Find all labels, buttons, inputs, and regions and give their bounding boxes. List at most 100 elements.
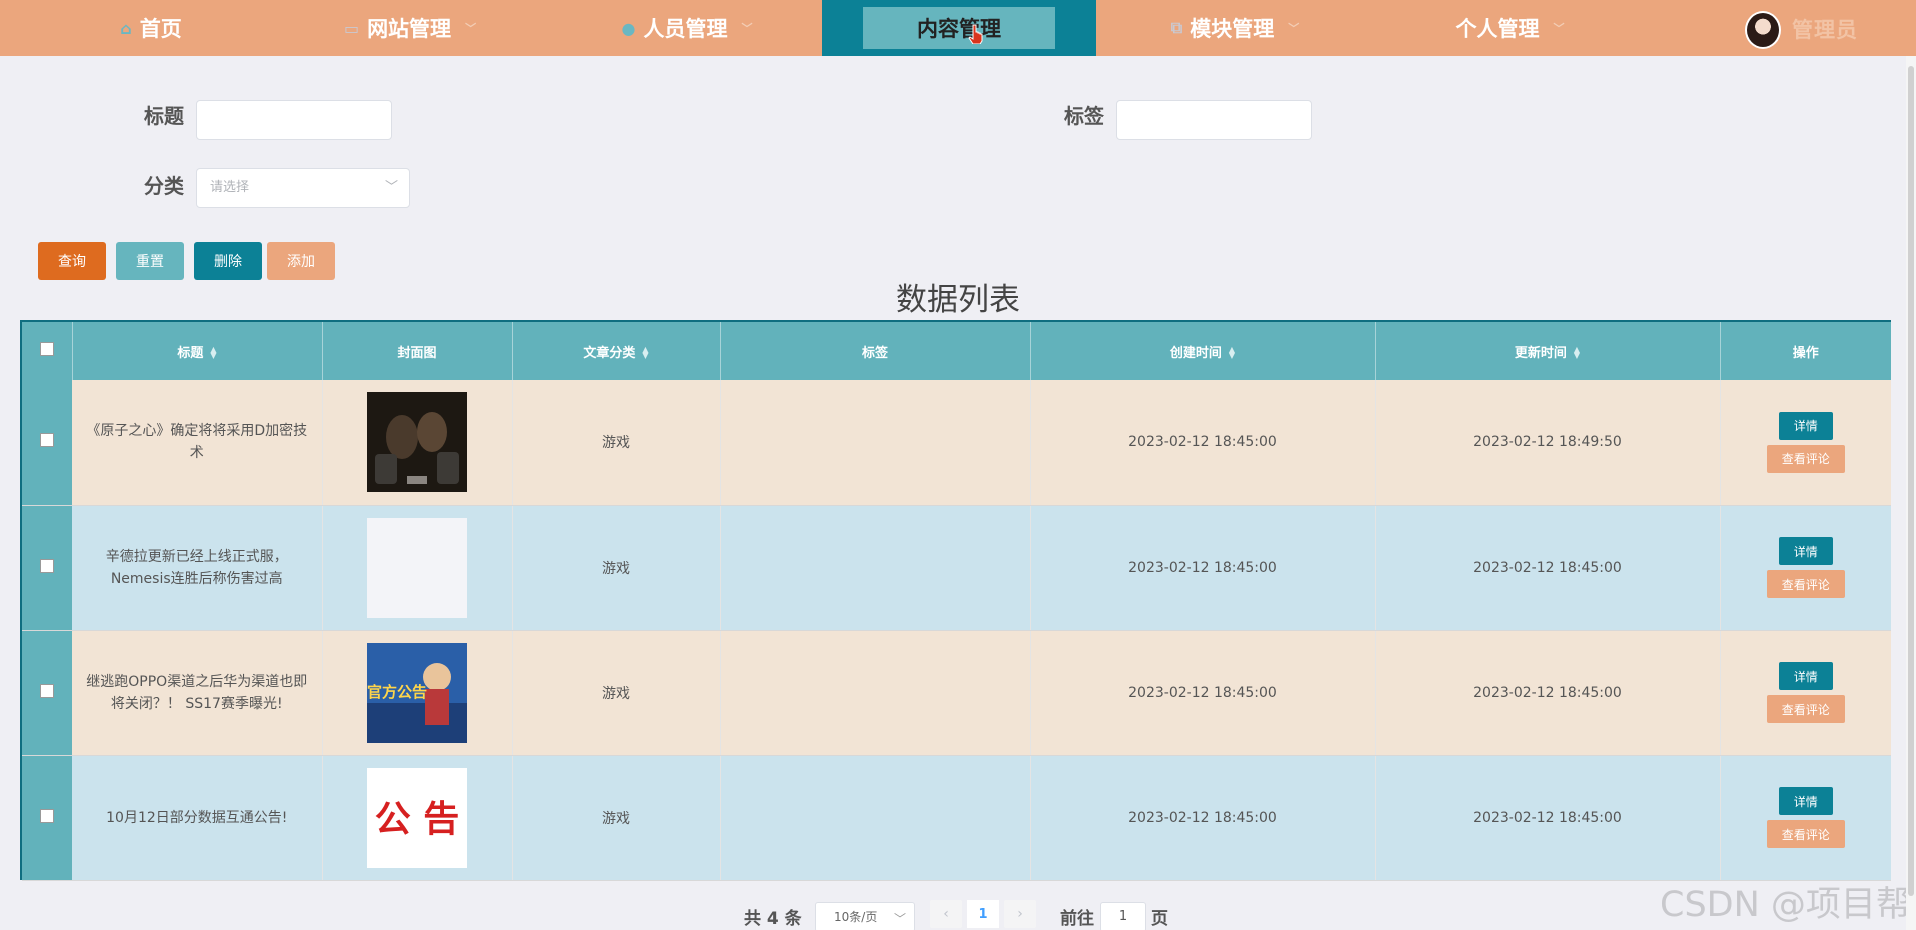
- row-checkbox[interactable]: [40, 433, 54, 448]
- avatar[interactable]: [1745, 11, 1781, 49]
- blank-image: [367, 517, 467, 618]
- col-created-label: 创建时间: [1169, 345, 1222, 361]
- chevron-down-icon: ﹀: [741, 22, 753, 35]
- nav-site-label: 网站管理: [367, 17, 452, 41]
- row-actions: 详情 查看评论: [1720, 630, 1891, 756]
- view-comments-button[interactable]: 查看评论: [1766, 820, 1845, 848]
- dark-robots-image: [367, 392, 467, 493]
- tag-input[interactable]: [1116, 100, 1312, 140]
- nav-module-management[interactable]: ⧉ 模块管理 ﹀: [1160, 0, 1310, 56]
- home-icon: ⌂: [120, 18, 132, 38]
- row-checkbox[interactable]: [40, 558, 54, 573]
- sort-icon[interactable]: ▲ ▼: [642, 346, 648, 360]
- row-category: 游戏: [512, 505, 721, 631]
- chevron-down-icon: ﹀: [1288, 22, 1300, 35]
- col-actions-label: 操作: [1792, 345, 1819, 361]
- notice-text-image: 公 告: [367, 767, 467, 868]
- title-label: 标题: [144, 104, 184, 128]
- row-cover-cell: 官方公告: [322, 630, 513, 756]
- chevron-down-icon: ﹀: [893, 912, 906, 926]
- row-checkbox[interactable]: [40, 808, 54, 823]
- table-row: 10月12日部分数据互通公告! 公 告 游戏 2023-02-12 18:45:…: [22, 755, 1891, 881]
- row-updated: 2023-02-12 18:45:00: [1375, 505, 1721, 631]
- table-header-row: 标题 ▲ ▼ 封面图 文章分类 ▲ ▼ 标签 创建时间 ▲ ▼ 更新时间 ▲ ▼ 操作: [22, 322, 1891, 380]
- row-updated: 2023-02-12 18:45:00: [1375, 630, 1721, 756]
- view-comments-button[interactable]: 查看评论: [1766, 444, 1845, 473]
- row-created: 2023-02-12 18:45:00: [1030, 505, 1376, 631]
- row-title: 继逃跑OPPO渠道之后华为渠道也即将关闭？！ SS17赛季曝光!: [72, 630, 323, 756]
- row-created: 2023-02-12 18:45:00: [1030, 755, 1376, 881]
- nav-personal-label: 个人管理: [1455, 17, 1540, 41]
- col-cover: 封面图: [322, 322, 513, 380]
- goto-suffix: 页: [1151, 909, 1168, 929]
- table-row: 继逃跑OPPO渠道之后华为渠道也即将关闭？！ SS17赛季曝光! 官方公告 游戏…: [22, 630, 1891, 756]
- row-title: 10月12日部分数据互通公告!: [72, 755, 323, 881]
- prev-page-button[interactable]: ‹: [930, 900, 962, 928]
- row-checkbox[interactable]: [40, 683, 54, 698]
- nav-site-management[interactable]: ▭ 网站管理 ﹀: [335, 0, 485, 56]
- title-input[interactable]: [196, 100, 392, 140]
- top-nav: ⌂ 首页 ▭ 网站管理 ﹀ ● 人员管理 ﹀ 内容管理 ⧉ 模块管理 ﹀ 个人管…: [0, 0, 1916, 56]
- col-title[interactable]: 标题 ▲ ▼: [72, 322, 323, 380]
- nav-module-label: 模块管理: [1190, 17, 1275, 41]
- page-size-value: 10条/页: [834, 910, 878, 924]
- row-cover-cell: [322, 380, 513, 506]
- page-size-select[interactable]: 10条/页 ﹀: [815, 902, 915, 930]
- watermark: CSDN @项目帮: [1660, 885, 1911, 925]
- table-row: 《原子之心》确定将将采用D加密技术 游戏 2023-02-12 18:45:00…: [22, 380, 1891, 506]
- row-actions: 详情 查看评论: [1720, 755, 1891, 881]
- tag-label: 标签: [1064, 104, 1104, 128]
- poster-text: 官方公告: [367, 683, 427, 701]
- detail-button[interactable]: 详情: [1778, 537, 1833, 565]
- category-select[interactable]: 请选择 ﹀: [196, 168, 410, 208]
- detail-button[interactable]: 详情: [1778, 787, 1833, 815]
- vertical-scrollbar[interactable]: [1906, 56, 1916, 930]
- row-tag: [720, 505, 1031, 631]
- chevron-down-icon: ﹀: [465, 22, 477, 35]
- sort-icon[interactable]: ▲ ▼: [1574, 346, 1580, 360]
- sort-icon[interactable]: ▲ ▼: [1229, 346, 1235, 360]
- category-placeholder: 请选择: [210, 180, 250, 195]
- monitor-icon: ▭: [343, 18, 360, 38]
- row-category: 游戏: [512, 380, 721, 506]
- nav-content-management[interactable]: 内容管理: [822, 0, 1096, 56]
- chevron-down-icon: ﹀: [384, 180, 398, 195]
- username[interactable]: 管理员: [1792, 14, 1858, 44]
- col-updated[interactable]: 更新时间 ▲ ▼: [1375, 322, 1721, 380]
- col-tag: 标签: [720, 322, 1031, 380]
- view-comments-button[interactable]: 查看评论: [1766, 570, 1845, 598]
- user-icon: ●: [621, 18, 636, 38]
- goto-page-input[interactable]: 1: [1100, 902, 1146, 930]
- row-title: 《原子之心》确定将将采用D加密技术: [72, 380, 323, 506]
- row-tag: [720, 380, 1031, 506]
- page-number-current[interactable]: 1: [967, 900, 999, 928]
- hand-cursor-icon: [968, 24, 983, 44]
- row-cover-cell: 公 告: [322, 755, 513, 881]
- col-created[interactable]: 创建时间 ▲ ▼: [1030, 322, 1376, 380]
- row-created: 2023-02-12 18:45:00: [1030, 630, 1376, 756]
- pagination-total: 共 4 条: [744, 909, 802, 929]
- layers-icon: ⧉: [1170, 18, 1183, 37]
- select-all-checkbox[interactable]: [39, 342, 54, 356]
- row-tag: [720, 630, 1031, 756]
- row-select-cell: [22, 505, 72, 631]
- view-comments-button[interactable]: 查看评论: [1766, 695, 1845, 723]
- col-category[interactable]: 文章分类 ▲ ▼: [512, 322, 721, 380]
- detail-button[interactable]: 详情: [1778, 662, 1833, 690]
- col-tag-label: 标签: [861, 345, 888, 361]
- detail-button[interactable]: 详情: [1778, 411, 1833, 440]
- row-category: 游戏: [512, 630, 721, 756]
- nav-personal-management[interactable]: 个人管理 ﹀: [1440, 0, 1580, 56]
- sort-icon[interactable]: ▲ ▼: [210, 346, 216, 360]
- nav-staff-label: 人员管理: [643, 17, 728, 41]
- next-page-button[interactable]: ›: [1004, 900, 1036, 928]
- scrollbar-thumb[interactable]: [1908, 66, 1914, 896]
- nav-home[interactable]: ⌂ 首页: [96, 0, 206, 56]
- row-created: 2023-02-12 18:45:00: [1030, 380, 1376, 506]
- row-category: 游戏: [512, 755, 721, 881]
- list-title: 数据列表: [896, 282, 1020, 318]
- nav-staff-management[interactable]: ● 人员管理 ﹀: [612, 0, 762, 56]
- row-select-cell: [22, 380, 72, 506]
- row-title: 辛德拉更新已经上线正式服，Nemesis连胜后称伤害过高: [72, 505, 323, 631]
- nav-home-label: 首页: [139, 17, 182, 41]
